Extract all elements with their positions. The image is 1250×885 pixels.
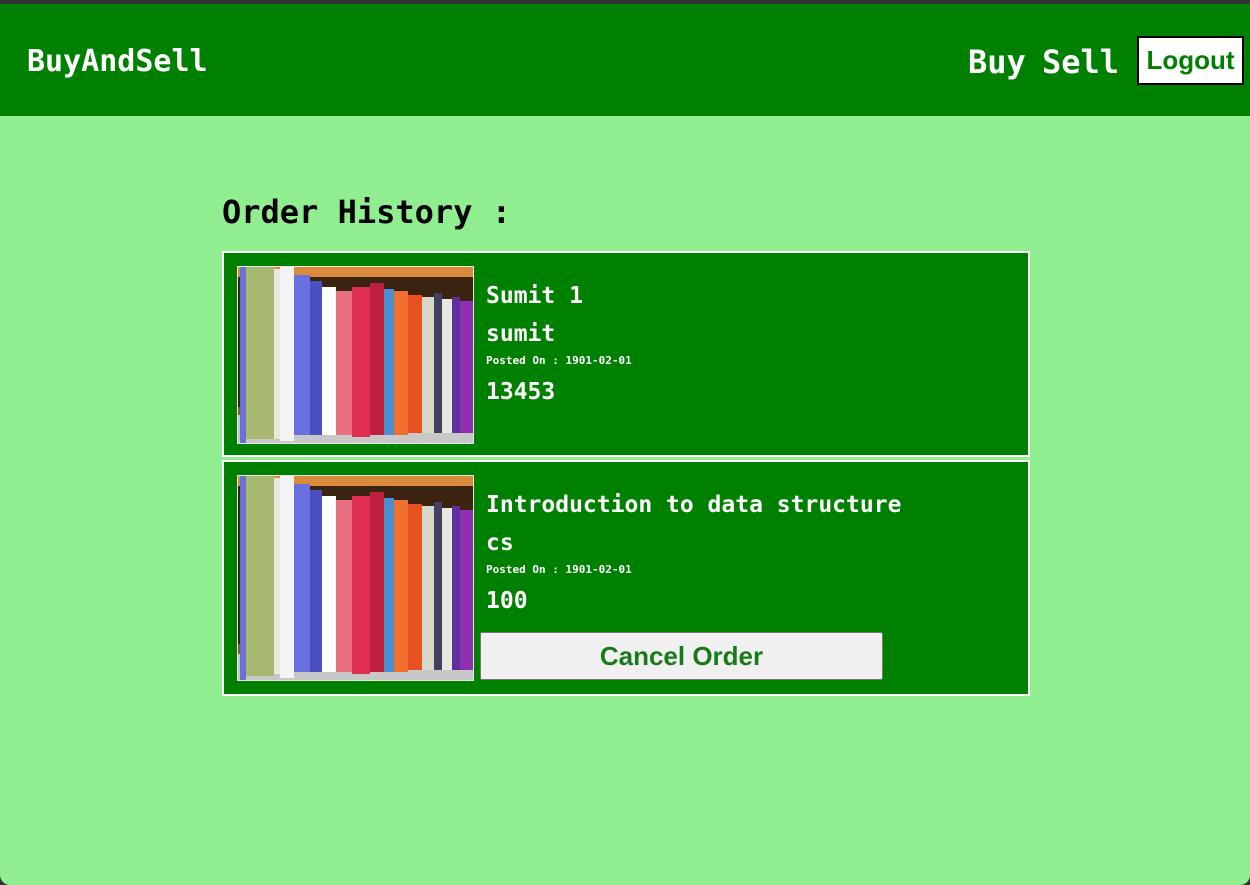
book-title: Introduction to data structure [486, 492, 902, 518]
page-heading: Order History : [222, 193, 511, 231]
navbar: BuyAndSell Buy Sell Logout [0, 4, 1250, 116]
bookshelf-image [237, 475, 474, 681]
posted-date: Posted On : 1901-02-01 [486, 354, 632, 367]
book-author: sumit [486, 321, 556, 347]
page: BuyAndSell Buy Sell Logout Order History… [0, 4, 1250, 885]
nav-buy-link[interactable]: Buy [968, 42, 1026, 82]
order-card: Sumit 1 sumit Posted On : 1901-02-01 134… [222, 251, 1030, 457]
posted-date: Posted On : 1901-02-01 [486, 563, 632, 576]
bookshelf-image [237, 266, 474, 444]
brand-logo[interactable]: BuyAndSell [27, 42, 208, 82]
book-price: 100 [486, 588, 528, 614]
book-title: Sumit 1 [486, 283, 583, 309]
book-author: cs [486, 530, 514, 556]
nav-sell-link[interactable]: Sell [1042, 42, 1119, 82]
book-price: 13453 [486, 379, 556, 405]
cancel-order-button[interactable]: Cancel Order [480, 632, 883, 680]
logout-button[interactable]: Logout [1137, 36, 1244, 85]
order-card: Introduction to data structure cs Posted… [222, 460, 1030, 696]
